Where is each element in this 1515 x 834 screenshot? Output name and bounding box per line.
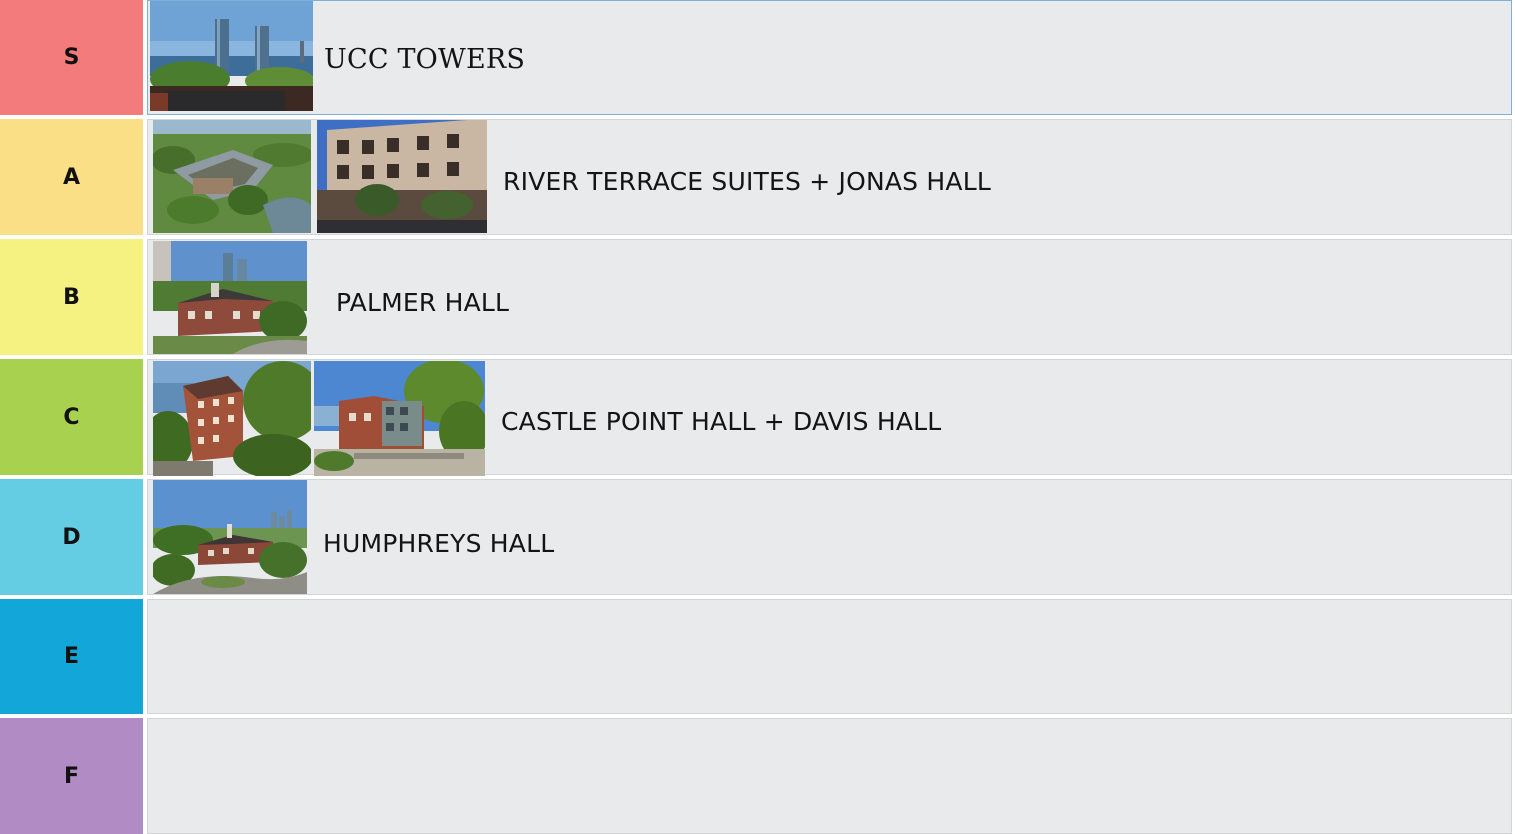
tier-label-b[interactable]: B bbox=[0, 239, 143, 355]
tier-label-d[interactable]: D bbox=[0, 479, 143, 595]
tier-item-label-s: UCC TOWERS bbox=[324, 44, 526, 75]
tier-label-c[interactable]: C bbox=[0, 359, 143, 475]
tier-label-s[interactable]: S bbox=[0, 0, 143, 115]
tier-row-s: S UCC TOWERS bbox=[0, 0, 1515, 115]
tier-row-f: F bbox=[0, 718, 1515, 834]
tier-row-b: B PALMER HALL bbox=[0, 239, 1515, 355]
ucc-towers-photo[interactable] bbox=[150, 1, 313, 111]
tier-item-label-c: CASTLE POINT HALL + DAVIS HALL bbox=[501, 407, 942, 436]
davis-hall-photo[interactable] bbox=[314, 361, 485, 476]
tier-row-a: A RIVER TERRACE SUITES + JONAS HALL bbox=[0, 119, 1515, 235]
humphreys-hall-photo[interactable] bbox=[153, 480, 307, 594]
tier-item-label-a: RIVER TERRACE SUITES + JONAS HALL bbox=[503, 167, 991, 196]
tier-row-c: C CASTLE POINT HALL + DAVIS HALL bbox=[0, 359, 1515, 476]
tier-row-d: D HUMPHREYS HALL bbox=[0, 479, 1515, 595]
palmer-hall-photo[interactable] bbox=[153, 241, 307, 354]
tier-dropzone-c[interactable]: CASTLE POINT HALL + DAVIS HALL bbox=[147, 359, 1512, 476]
tier-dropzone-f[interactable] bbox=[147, 718, 1512, 834]
tier-dropzone-d[interactable]: HUMPHREYS HALL bbox=[147, 479, 1512, 595]
tier-dropzone-e[interactable] bbox=[147, 599, 1512, 714]
jonas-hall-photo[interactable] bbox=[317, 120, 487, 233]
tier-label-e[interactable]: E bbox=[0, 599, 143, 714]
river-terrace-photo[interactable] bbox=[153, 120, 311, 233]
tier-dropzone-s[interactable]: UCC TOWERS bbox=[147, 0, 1512, 115]
tier-dropzone-a[interactable]: RIVER TERRACE SUITES + JONAS HALL bbox=[147, 119, 1512, 235]
tier-item-label-b: PALMER HALL bbox=[336, 288, 510, 317]
tier-row-e: E bbox=[0, 599, 1515, 714]
tier-dropzone-b[interactable]: PALMER HALL bbox=[147, 239, 1512, 355]
tier-label-a[interactable]: A bbox=[0, 119, 143, 235]
tier-label-f[interactable]: F bbox=[0, 718, 143, 834]
tier-item-label-d: HUMPHREYS HALL bbox=[323, 529, 555, 558]
castle-point-hall-photo[interactable] bbox=[153, 361, 311, 476]
